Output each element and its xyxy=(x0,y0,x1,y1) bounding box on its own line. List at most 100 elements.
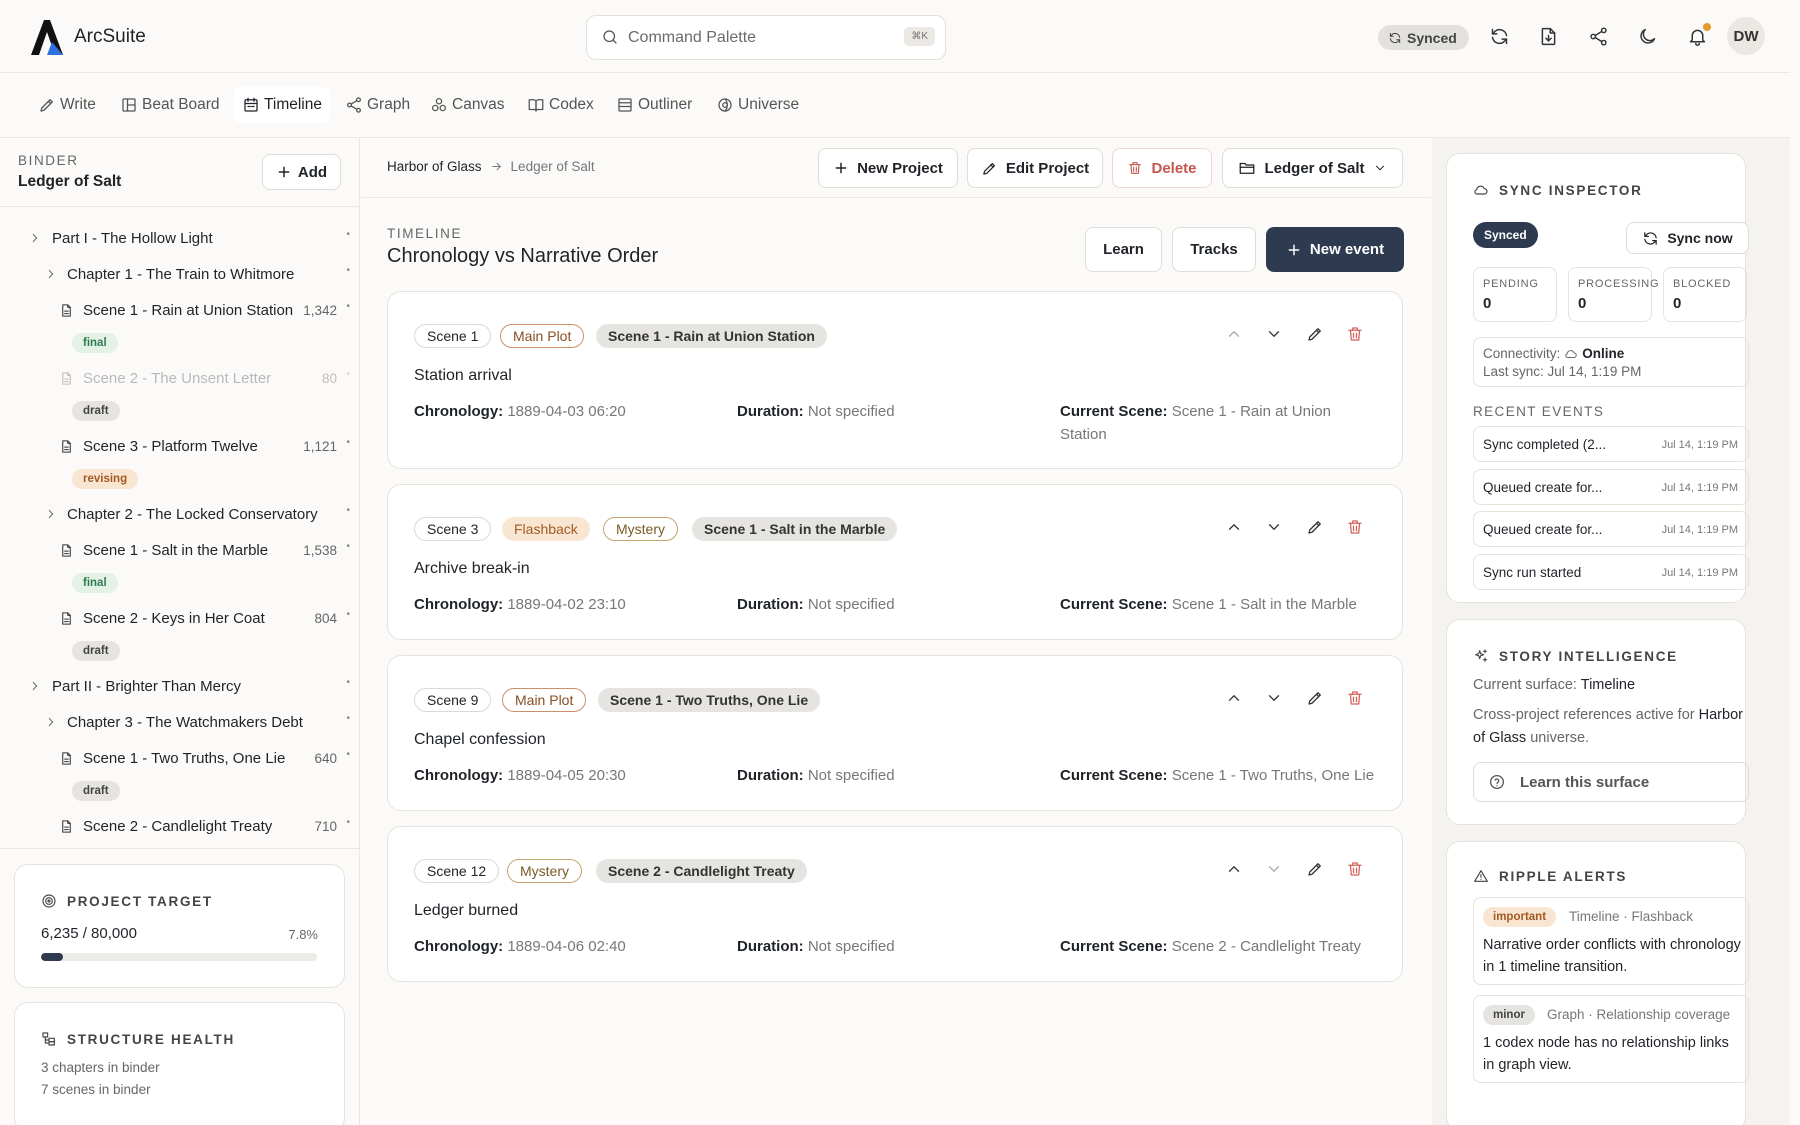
ripple-alert[interactable]: minor Graph · Relationship coverage 1 co… xyxy=(1473,995,1749,1083)
tree-part-2[interactable]: Part II - Brighter Than Mercy • xyxy=(0,674,359,698)
timeline-event[interactable]: Scene 3 Flashback Mystery Scene 1 - Salt… xyxy=(387,484,1403,640)
tree-label: Scene 1 - Two Truths, One Lie xyxy=(83,749,286,767)
ripple-alert[interactable]: important Timeline · Flashback Narrative… xyxy=(1473,897,1749,985)
more-dot[interactable]: • xyxy=(346,713,350,724)
more-dot[interactable]: • xyxy=(346,301,350,312)
tab-outliner[interactable]: Outliner xyxy=(608,87,700,123)
learn-surface-button[interactable]: Learn this surface xyxy=(1473,762,1749,802)
more-dot[interactable]: • xyxy=(346,677,350,688)
breadcrumb-root[interactable]: Harbor of Glass xyxy=(387,159,482,174)
word-count: 80 xyxy=(321,370,337,386)
recent-event[interactable]: Queued create for... Jul 14, 1:19 PM xyxy=(1473,469,1749,505)
trash-icon[interactable] xyxy=(1346,689,1364,707)
chevron-down-icon[interactable] xyxy=(1265,518,1283,536)
chevron-right-icon[interactable] xyxy=(44,507,58,521)
command-palette-placeholder: Command Palette xyxy=(628,29,757,46)
connectivity-box: Connectivity: Online Last sync: Jul 14, … xyxy=(1473,337,1749,387)
moon-icon[interactable] xyxy=(1637,26,1658,47)
field-label: Duration: xyxy=(737,403,804,420)
recent-event[interactable]: Sync completed (2... Jul 14, 1:19 PM xyxy=(1473,426,1749,462)
timeline-event[interactable]: Scene 9 Main Plot Scene 1 - Two Truths, … xyxy=(387,655,1403,811)
plus-icon xyxy=(1286,242,1302,258)
tree-chapter-1[interactable]: Chapter 1 - The Train to Whitmore • xyxy=(0,262,359,286)
tree-part-1[interactable]: Part I - The Hollow Light • xyxy=(0,226,359,250)
project-select[interactable]: Ledger of Salt xyxy=(1222,148,1403,188)
tree-scene[interactable]: Scene 1 - Two Truths, One Lie 640 • xyxy=(0,746,359,770)
tab-codex[interactable]: Codex xyxy=(519,87,602,123)
new-project-button[interactable]: New Project xyxy=(818,148,958,188)
chevron-down-icon[interactable] xyxy=(1265,860,1283,878)
more-dot[interactable]: • xyxy=(346,437,350,448)
avatar[interactable]: DW xyxy=(1727,17,1765,55)
delete-project-button[interactable]: Delete xyxy=(1112,148,1212,188)
share-icon[interactable] xyxy=(1588,26,1609,47)
more-dot[interactable]: • xyxy=(346,369,350,380)
tab-timeline[interactable]: Timeline xyxy=(234,87,330,123)
chevron-down-icon[interactable] xyxy=(1265,325,1283,343)
pencil-icon[interactable] xyxy=(1306,689,1324,707)
pencil-icon[interactable] xyxy=(1306,860,1324,878)
globe-icon xyxy=(716,96,734,114)
sync-now-button[interactable]: Sync now xyxy=(1626,222,1749,254)
note-text: Cross-project references active for xyxy=(1473,707,1695,723)
tab-universe[interactable]: Universe xyxy=(708,87,807,123)
export-icon[interactable] xyxy=(1538,26,1559,47)
recent-event[interactable]: Sync run started Jul 14, 1:19 PM xyxy=(1473,554,1749,590)
chevron-up-icon[interactable] xyxy=(1225,325,1243,343)
current-surface: Current surface: Timeline xyxy=(1473,674,1635,697)
tree-scene[interactable]: Scene 2 - Candlelight Treaty 710 • xyxy=(0,814,359,838)
button-label: Tracks xyxy=(1190,241,1238,258)
binder-sidebar: BINDER Ledger of Salt Add Part I - The H… xyxy=(0,138,360,1125)
tab-beat-board[interactable]: Beat Board xyxy=(112,87,228,123)
tree-scene[interactable]: Scene 2 - The Unsent Letter 80 • xyxy=(0,366,359,390)
recent-event[interactable]: Queued create for... Jul 14, 1:19 PM xyxy=(1473,511,1749,547)
tracks-button[interactable]: Tracks xyxy=(1172,227,1256,272)
pencil-icon[interactable] xyxy=(1306,325,1324,343)
more-dot[interactable]: • xyxy=(346,817,350,828)
more-dot[interactable]: • xyxy=(346,505,350,516)
trash-icon[interactable] xyxy=(1346,860,1364,878)
chevron-right-icon[interactable] xyxy=(44,715,58,729)
sync-status-pill[interactable]: Synced xyxy=(1378,25,1469,50)
tree-chapter-2[interactable]: Chapter 2 - The Locked Conservatory • xyxy=(0,502,359,526)
chevron-up-icon[interactable] xyxy=(1225,860,1243,878)
field-value: Not specified xyxy=(807,938,895,955)
more-dot[interactable]: • xyxy=(346,265,350,276)
more-dot[interactable]: • xyxy=(346,609,350,620)
track-tag: Mystery xyxy=(603,517,678,541)
timeline-event[interactable]: Scene 12 Mystery Scene 2 - Candlelight T… xyxy=(387,826,1403,982)
more-dot[interactable]: • xyxy=(346,541,350,552)
more-dot[interactable]: • xyxy=(346,229,350,240)
heading-text: RIPPLE ALERTS xyxy=(1499,868,1628,884)
trash-icon[interactable] xyxy=(1346,325,1364,343)
add-button[interactable]: Add xyxy=(262,154,341,190)
new-event-button[interactable]: New event xyxy=(1266,227,1404,272)
learn-button[interactable]: Learn xyxy=(1085,227,1162,272)
arcsuite-logo[interactable] xyxy=(30,18,64,56)
refresh-icon[interactable] xyxy=(1489,26,1510,47)
document-icon xyxy=(59,543,74,558)
chevron-right-icon[interactable] xyxy=(44,267,58,281)
trash-icon[interactable] xyxy=(1346,518,1364,536)
tab-graph[interactable]: Graph xyxy=(337,87,418,123)
chevron-down-icon[interactable] xyxy=(1265,689,1283,707)
chevron-up-icon[interactable] xyxy=(1225,689,1243,707)
edit-project-button[interactable]: Edit Project xyxy=(967,148,1103,188)
field-value: Scene 1 - Two Truths, One Lie xyxy=(1171,767,1375,784)
tree-chapter-3[interactable]: Chapter 3 - The Watchmakers Debt • xyxy=(0,710,359,734)
tree-scene[interactable]: Scene 3 - Platform Twelve 1,121 • xyxy=(0,434,359,458)
tree-scene[interactable]: Scene 1 - Rain at Union Station 1,342 • xyxy=(0,298,359,322)
command-palette[interactable]: Command Palette ⌘K xyxy=(586,15,946,60)
duration-field: Duration: Not specified xyxy=(737,935,895,958)
tree-scene[interactable]: Scene 2 - Keys in Her Coat 804 • xyxy=(0,606,359,630)
tree-scene[interactable]: Scene 1 - Salt in the Marble 1,538 • xyxy=(0,538,359,562)
more-dot[interactable]: • xyxy=(346,749,350,760)
timeline-event[interactable]: Scene 1 Main Plot Scene 1 - Rain at Unio… xyxy=(387,291,1403,469)
chevron-right-icon[interactable] xyxy=(28,679,42,693)
chevron-right-icon[interactable] xyxy=(28,231,42,245)
tab-write[interactable]: Write xyxy=(30,87,104,123)
chevron-up-icon[interactable] xyxy=(1225,518,1243,536)
heading-text: SYNC INSPECTOR xyxy=(1499,182,1643,198)
tab-canvas[interactable]: Canvas xyxy=(422,87,513,123)
pencil-icon[interactable] xyxy=(1306,518,1324,536)
